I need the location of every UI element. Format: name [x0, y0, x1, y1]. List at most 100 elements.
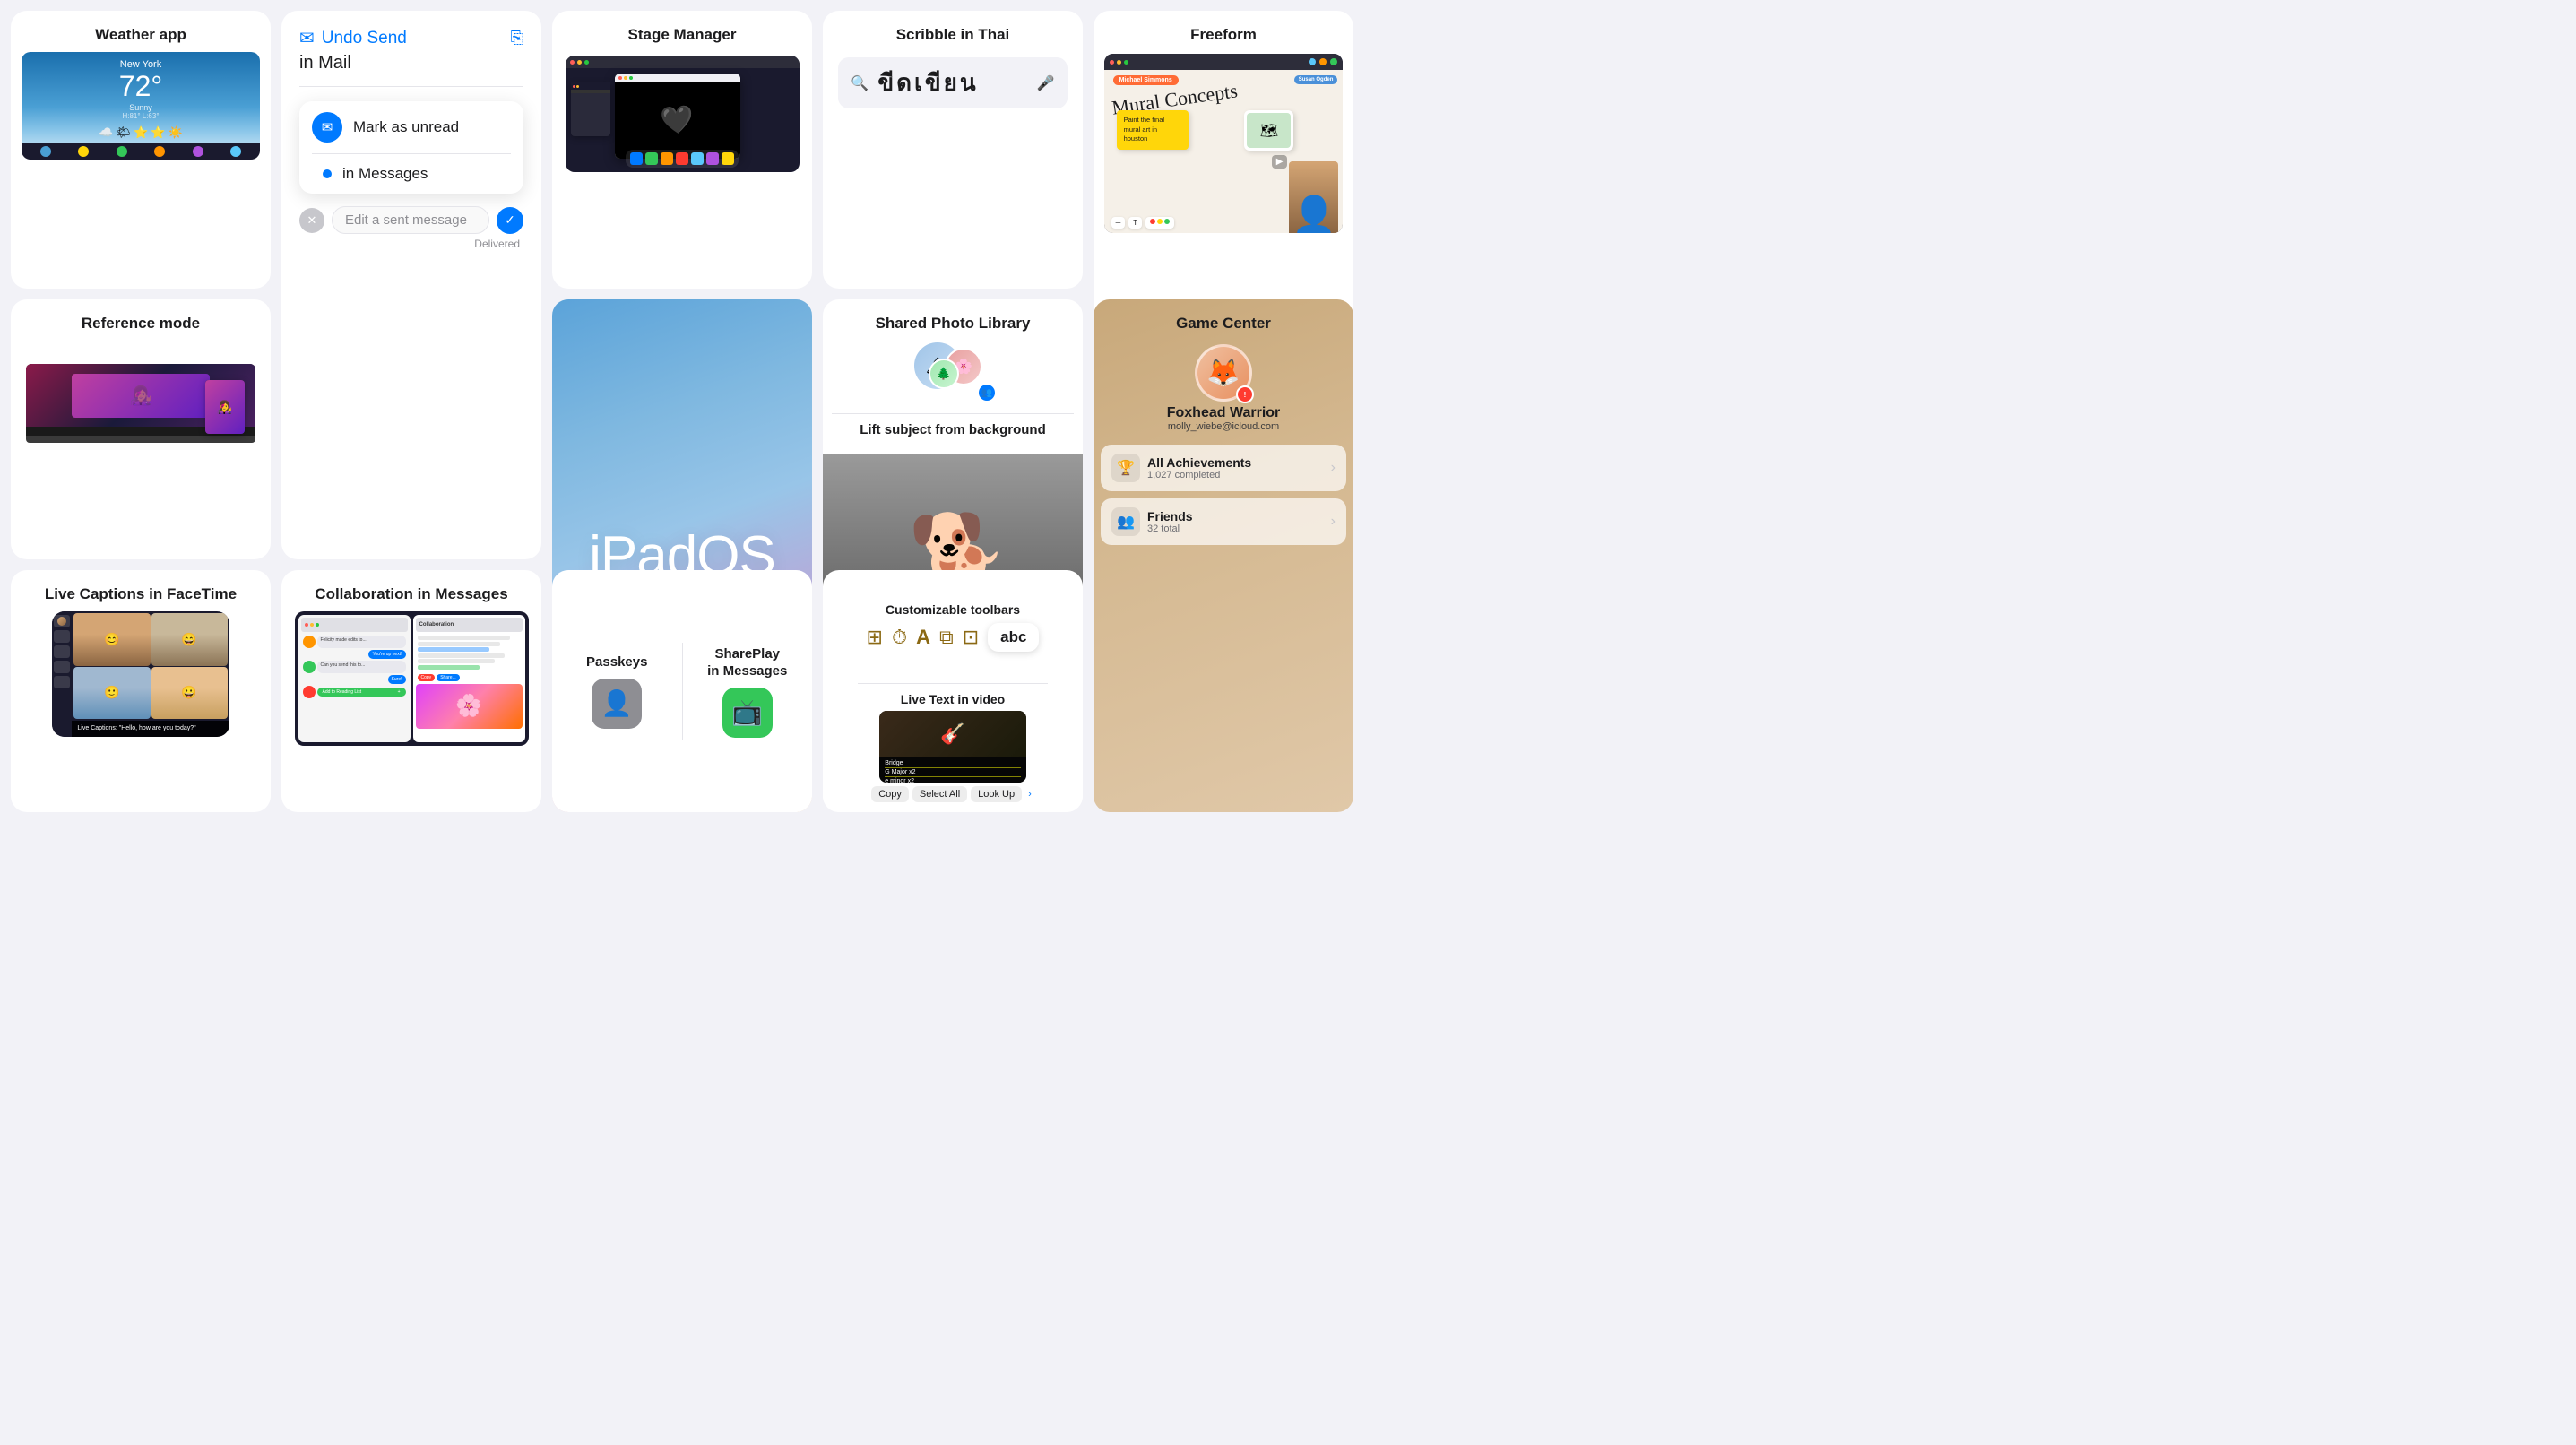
livetext-selectall-btn[interactable]: Select All — [912, 786, 967, 802]
reference-screenshot: 👩‍🎤 👩‍🎤 — [26, 344, 255, 443]
gc-friends-sub: 32 total — [1147, 523, 1324, 534]
gamecenter-card: Game Center 🦊 ! Foxhead Warrior molly_wi… — [1094, 299, 1353, 812]
mail-in-label: in Mail — [281, 49, 541, 86]
livetext-video: 🎸 Bridge G Major x2 e minor x2 — [879, 711, 1025, 783]
livetext-line1: Bridge — [885, 760, 1020, 768]
lift-section: Lift subject from background — [845, 421, 1060, 454]
mail-icon: ✉ — [299, 27, 315, 49]
edit-input[interactable]: Edit a sent message — [332, 206, 489, 234]
reference-mode-title: Reference mode — [67, 299, 214, 341]
livetext-line3: e minor x2 — [885, 778, 1020, 783]
gc-notification-badge: ! — [1236, 385, 1254, 403]
delivered-text: Delivered — [453, 238, 541, 257]
weather-screenshot: New York 72° Sunny H:81° L:63° ☁️🌤⭐⭐☀️ — [22, 52, 261, 160]
search-icon: 🔍 — [851, 74, 869, 92]
weather-temp: 72° — [30, 70, 252, 103]
mark-unread-text: Mark as unread — [353, 118, 459, 136]
livetext-more-btn[interactable]: › — [1025, 786, 1034, 802]
livecaptions-screenshot: 😊 😄 🙂 😀 Live Captions: "Hello, how are y… — [52, 611, 229, 737]
weather-title: Weather app — [81, 11, 201, 52]
livecaptions-card: Live Captions in FaceTime 😊 😄 🙂 😀 — [11, 570, 271, 812]
mail-undo-row: ✉ Undo Send ⎘ — [281, 11, 541, 49]
gc-achievements-title: All Achievements — [1147, 455, 1324, 470]
shared-photo-section: Shared Photo Library 🏔 🌸 🌲 👥 — [823, 299, 1083, 413]
photo-share-icon: 👥 — [977, 383, 997, 402]
photo-cluster: 🏔 🌸 🌲 👥 — [912, 341, 993, 399]
livetext-action-row: Copy Select All Look Up › — [871, 786, 1034, 802]
freeform-screenshot: Michael Simmons Mural Concepts Paint the… — [1104, 54, 1344, 233]
gc-avatar-container: 🦊 ! — [1195, 344, 1252, 402]
stage-manager-title: Stage Manager — [614, 11, 751, 52]
edit-sent-row: ✕ Edit a sent message ✓ — [281, 194, 541, 238]
clock-icon: ⏱ — [892, 626, 907, 649]
livetext-line2: G Major x2 — [885, 769, 1020, 777]
mic-icon: 🎤 — [1037, 74, 1055, 92]
gc-friends-chevron: › — [1331, 514, 1336, 530]
livetext-copy-btn[interactable]: Copy — [871, 786, 909, 802]
shareplay-icon: 📺 — [722, 688, 773, 738]
gc-friends-row[interactable]: 👥 Friends 32 total › — [1101, 498, 1346, 545]
reference-mode-card: Reference mode 👩‍🎤 👩‍🎤 — [11, 299, 271, 559]
stage-manager-card: Stage Manager 🖤 — [552, 11, 812, 289]
gamecenter-title: Game Center — [1162, 299, 1285, 341]
livecaptions-title: Live Captions in FaceTime — [30, 570, 251, 611]
livetext-lookup-btn[interactable]: Look Up — [971, 786, 1022, 802]
mail-divider — [299, 86, 523, 87]
gc-friends-icon: 👥 — [1111, 507, 1140, 536]
livecaptions-bar: Live Captions: "Hello, how are you today… — [72, 721, 229, 737]
gc-friends-title: Friends — [1147, 509, 1324, 523]
undo-send-label[interactable]: Undo Send — [322, 29, 407, 48]
collab-title: Collaboration in Messages — [300, 570, 522, 611]
compose-icon[interactable]: ⎘ — [511, 29, 523, 48]
toolbars-livetext-card: Customizable toolbars ⊞ ⏱ A ⧉ ⊡ abc Live… — [823, 570, 1083, 812]
toolbar-icons-row: ⊞ ⏱ A ⧉ ⊡ abc — [867, 623, 1040, 652]
livetext-title: Live Text in video — [901, 691, 1005, 711]
scribble-card: Scribble in Thai 🔍 ขีดเขียน 🎤 — [823, 11, 1083, 289]
passkeys-icon: 👤 — [592, 679, 642, 729]
freeform-tag2: Susan Ogden — [1294, 75, 1338, 84]
gc-achievements-text: All Achievements 1,027 completed — [1147, 455, 1324, 480]
collab-card: Collaboration in Messages Felicity made … — [281, 570, 541, 812]
mark-unread-item[interactable]: ✉ Mark as unread — [299, 101, 523, 153]
abc-label: abc — [988, 623, 1039, 652]
gc-player-name: Foxhead Warrior — [1167, 405, 1281, 421]
in-messages-item[interactable]: in Messages — [299, 154, 523, 194]
section-divider — [832, 413, 1074, 414]
freeform-name-tag: Michael Simmons — [1113, 75, 1179, 85]
weather-subtitle: H:81° L:63° — [30, 112, 252, 120]
in-messages-dot — [323, 169, 332, 178]
scribble-title: Scribble in Thai — [882, 11, 1024, 52]
confirm-button[interactable]: ✓ — [497, 207, 523, 234]
grid-icon: ⊞ — [867, 626, 883, 649]
scribble-body: 🔍 ขีดเขียน 🎤 — [823, 52, 1083, 125]
gc-achievements-chevron: › — [1331, 460, 1336, 476]
shared-photo-title: Shared Photo Library — [837, 314, 1068, 341]
collab-screenshot: Felicity made edits to... You're up next… — [295, 611, 529, 746]
passkeys-title: Passkeys — [586, 653, 647, 679]
shareplay-title: SharePlay in Messages — [707, 645, 787, 688]
clear-button[interactable]: ✕ — [299, 208, 324, 233]
lift-title: Lift subject from background — [860, 421, 1046, 446]
mail-card: ✉ Undo Send ⎘ in Mail ✉ Mark as unread i… — [281, 11, 541, 559]
gc-achievements-sub: 1,027 completed — [1147, 470, 1324, 480]
gc-friends-text: Friends 32 total — [1147, 509, 1324, 534]
mark-unread-popup: ✉ Mark as unread in Messages — [299, 101, 523, 194]
mark-unread-icon: ✉ — [312, 112, 342, 143]
freeform-sticky: Paint the final mural art in houston — [1117, 110, 1189, 150]
weather-card: Weather app New York 72° Sunny H:81° L:6… — [11, 11, 271, 289]
stage-screenshot: 🖤 — [566, 56, 800, 172]
scribble-search-bar[interactable]: 🔍 ขีดเขียน 🎤 — [838, 57, 1067, 108]
text-a-icon: A — [916, 626, 930, 649]
copy-layers-icon: ⧉ — [939, 626, 954, 649]
freeform-title: Freeform — [1176, 11, 1271, 52]
passkeys-card: Passkeys 👤 SharePlay in Messages 📺 — [552, 570, 812, 812]
thai-text: ขีดเขียน — [877, 65, 978, 101]
toolbars-title: Customizable toolbars — [886, 601, 1020, 623]
gc-achievements-icon: 🏆 — [1111, 454, 1140, 482]
weather-city: New York — [30, 59, 252, 70]
gc-achievements-row[interactable]: 🏆 All Achievements 1,027 completed › — [1101, 445, 1346, 491]
weather-desc: Sunny — [30, 103, 252, 112]
gc-player-email: molly_wiebe@icloud.com — [1168, 421, 1279, 432]
photo-frame-icon: ⊡ — [963, 626, 979, 649]
in-messages-text: in Messages — [342, 165, 428, 183]
